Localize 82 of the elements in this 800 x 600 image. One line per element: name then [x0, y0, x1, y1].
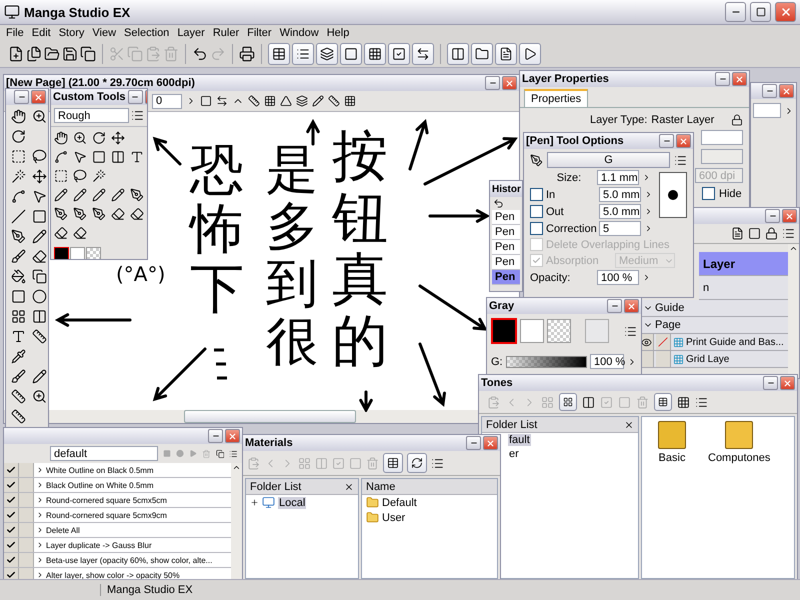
panel-title: Tones — [481, 377, 514, 389]
option-label: Out — [546, 206, 565, 218]
panel-title: [Pen] Tool Options — [526, 135, 625, 147]
handwritten-text: 恐怖下 — [190, 140, 244, 318]
action-name: Beta-use layer (opacity 60%, show color, alte... — [46, 556, 212, 564]
option-label: Opacity: — [530, 272, 572, 284]
tone-name: Computones — [708, 452, 770, 464]
folder-name[interactable]: Default — [382, 496, 417, 508]
panel-title: Gray — [489, 300, 516, 312]
action-name: Alter layer, show color -> opacity 50% — [46, 570, 180, 579]
menu-item[interactable]: File — [2, 27, 28, 39]
layer-row[interactable]: Grid Laye — [639, 351, 788, 368]
value-field[interactable]: 100 % — [590, 354, 624, 369]
value-field[interactable]: 5.0 mm — [599, 204, 641, 219]
panel-title: Layer Properties — [522, 73, 610, 85]
handwritten-face: (°A°) — [116, 262, 166, 286]
option-label: Size: — [556, 172, 582, 184]
menu-item[interactable]: Story — [54, 27, 88, 39]
option-label: In — [546, 188, 556, 200]
resolution-field: 600 dpi — [695, 168, 743, 183]
value-field[interactable]: 1.1 mm — [597, 170, 639, 185]
folder-item[interactable]: fault — [508, 434, 531, 446]
layer-name: Print Guide and Bas... — [686, 336, 784, 348]
action-name: Layer duplicate -> Gauss Blur — [46, 540, 152, 550]
value-field[interactable]: 100 % — [597, 270, 639, 285]
menu-item[interactable]: Filter — [243, 27, 276, 39]
status-text: Manga Studio EX — [100, 584, 193, 596]
layer-row[interactable]: Print Guide and Bas... — [639, 334, 788, 351]
option-label: Correction — [546, 222, 596, 234]
option-label: Delete Overlapping Lines — [546, 238, 670, 250]
action-name: Round-cornered square 5cmx9cm — [46, 510, 167, 520]
handwritten-text: 按钮真的 — [332, 126, 388, 372]
layer-name: Guide — [655, 302, 684, 314]
pane-header: Folder List — [486, 418, 538, 430]
tab[interactable]: Properties — [524, 89, 588, 107]
field-label: Layer Type: — [590, 114, 648, 126]
action-name: White Outline on Black 0.5mm — [46, 466, 154, 474]
history-item[interactable]: Pen — [492, 210, 520, 225]
menu-item[interactable]: Selection — [120, 27, 174, 39]
tone-name: Basic — [658, 452, 686, 464]
value-field[interactable]: 5 — [599, 221, 641, 236]
layer-row[interactable]: n — [699, 276, 788, 300]
layer-row[interactable]: Layer — [699, 252, 788, 276]
value-field[interactable]: 5.0 mm — [599, 187, 641, 202]
panel-title: Materials — [245, 437, 294, 449]
history-item[interactable]: Pen — [492, 255, 520, 270]
history-item[interactable]: Pen — [492, 270, 520, 285]
history-item[interactable]: Pen — [492, 240, 520, 255]
column-header: Name — [366, 480, 396, 492]
menu-item[interactable]: Window — [276, 27, 323, 39]
layer-name: n — [703, 282, 710, 294]
tool-set-field[interactable]: Rough — [54, 108, 129, 123]
panel-title: Histor — [492, 184, 521, 194]
layer-name: Page — [655, 319, 681, 331]
action-name: Black Outline on White 0.5mm — [46, 480, 154, 490]
folder-name[interactable]: User — [382, 512, 406, 524]
action-name: Round-cornered square 5cmx5cm — [46, 496, 167, 504]
menu-item[interactable]: Help — [322, 27, 354, 39]
zoom-field[interactable]: 0 — [152, 94, 182, 108]
layer-name: Grid Laye — [686, 354, 730, 364]
document-title: [New Page] (21.00 * 29.70cm 600dpi) — [6, 77, 196, 89]
menu-item[interactable]: View — [88, 27, 120, 39]
window-title: Manga Studio EX — [24, 4, 132, 20]
checkbox-label: Hide — [719, 188, 742, 200]
action-name: Delete All — [46, 526, 80, 534]
layer-name: Layer — [703, 256, 736, 270]
menu-item[interactable]: Edit — [28, 27, 55, 39]
handwritten-text: 是多到很 — [266, 142, 318, 371]
brush-button[interactable]: G — [547, 152, 670, 168]
layer-row[interactable]: Page — [639, 317, 788, 334]
option-label: Absorption — [546, 254, 600, 266]
history-item[interactable]: Pen — [492, 225, 520, 240]
channel-label: G: — [491, 356, 503, 368]
menu-item[interactable]: Ruler — [208, 27, 244, 39]
menu-item[interactable]: Layer — [173, 27, 209, 39]
layer-row[interactable]: Guide — [639, 300, 788, 317]
action-set-field[interactable]: default — [50, 446, 158, 461]
folder-item[interactable]: er — [508, 448, 520, 460]
pane-header: Folder List — [250, 480, 302, 492]
field-value: Raster Layer — [651, 114, 714, 126]
panel-title: Custom Tools — [53, 91, 126, 103]
tree-item[interactable]: Local — [246, 495, 358, 510]
